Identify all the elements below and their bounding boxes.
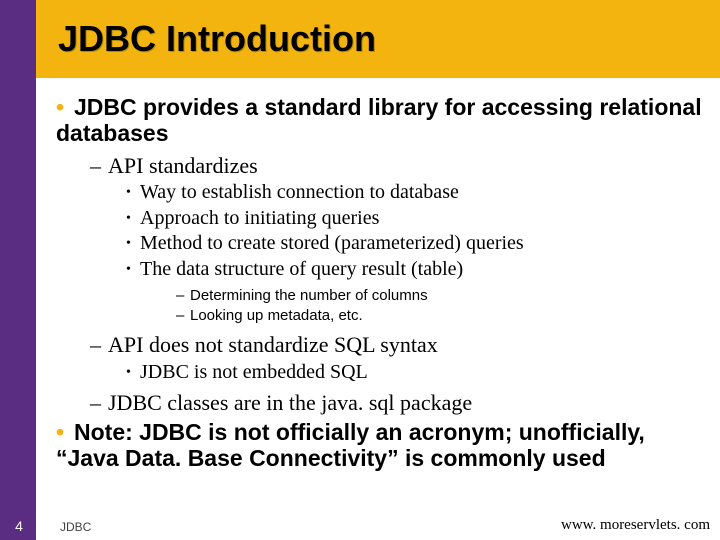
dot-icon: • bbox=[126, 236, 140, 253]
bullet-level2: –API standardizes bbox=[90, 153, 710, 179]
dot-icon: • bbox=[126, 211, 140, 228]
bullet-level4: –Determining the number of columns bbox=[176, 287, 710, 306]
bullet-level3: •JDBC is not embedded SQL bbox=[126, 361, 710, 385]
dash-icon: – bbox=[176, 287, 190, 306]
footer-right-url: www. moreservlets. com bbox=[561, 517, 710, 534]
bullet-text: JDBC is not embedded SQL bbox=[140, 361, 368, 383]
title-bar: JDBC Introduction bbox=[36, 0, 720, 78]
dot-icon: • bbox=[126, 185, 140, 202]
bullet-level4: –Looking up metadata, etc. bbox=[176, 307, 710, 326]
bullet-level1: •JDBC provides a standard library for ac… bbox=[56, 94, 710, 147]
dash-icon: – bbox=[90, 332, 108, 358]
bullet-level3: •Method to create stored (parameterized)… bbox=[126, 232, 710, 256]
dash-icon: – bbox=[90, 390, 108, 416]
bullet-level2: –JDBC classes are in the java. sql packa… bbox=[90, 390, 710, 416]
left-accent-strip bbox=[0, 0, 36, 540]
bullet-text: Method to create stored (parameterized) … bbox=[140, 232, 524, 254]
bullet-text: API standardizes bbox=[108, 153, 258, 178]
dash-icon: – bbox=[90, 153, 108, 179]
page-number: 4 bbox=[12, 518, 26, 534]
bullet-level2: –API does not standardize SQL syntax bbox=[90, 332, 710, 358]
bullet-text: Looking up metadata, etc. bbox=[190, 307, 363, 324]
bullet-level3: •The data structure of query result (tab… bbox=[126, 258, 710, 282]
bullet-icon: • bbox=[56, 419, 74, 445]
bullet-text: Note: JDBC is not officially an acronym;… bbox=[56, 419, 645, 471]
bullet-level3: •Approach to initiating queries bbox=[126, 207, 710, 231]
bullet-level1-note: •Note: JDBC is not officially an acronym… bbox=[56, 419, 710, 472]
bullet-text: JDBC provides a standard library for acc… bbox=[56, 94, 702, 146]
bullet-text: Approach to initiating queries bbox=[140, 207, 379, 229]
bullet-text: The data structure of query result (tabl… bbox=[140, 258, 463, 280]
bullet-text: Way to establish connection to database bbox=[140, 181, 459, 203]
bullet-text: JDBC classes are in the java. sql packag… bbox=[108, 390, 472, 415]
slide-title: JDBC Introduction bbox=[58, 18, 376, 60]
bullet-text: API does not standardize SQL syntax bbox=[108, 332, 438, 357]
bullet-icon: • bbox=[56, 94, 74, 120]
dot-icon: • bbox=[126, 365, 140, 382]
slide: JDBC Introduction •JDBC provides a stand… bbox=[0, 0, 720, 540]
dash-icon: – bbox=[176, 307, 190, 326]
bullet-text: Determining the number of columns bbox=[190, 287, 428, 304]
dot-icon: • bbox=[126, 262, 140, 279]
content-area: •JDBC provides a standard library for ac… bbox=[56, 92, 710, 512]
footer-left-text: JDBC bbox=[60, 520, 91, 534]
bullet-level3: •Way to establish connection to database bbox=[126, 181, 710, 205]
